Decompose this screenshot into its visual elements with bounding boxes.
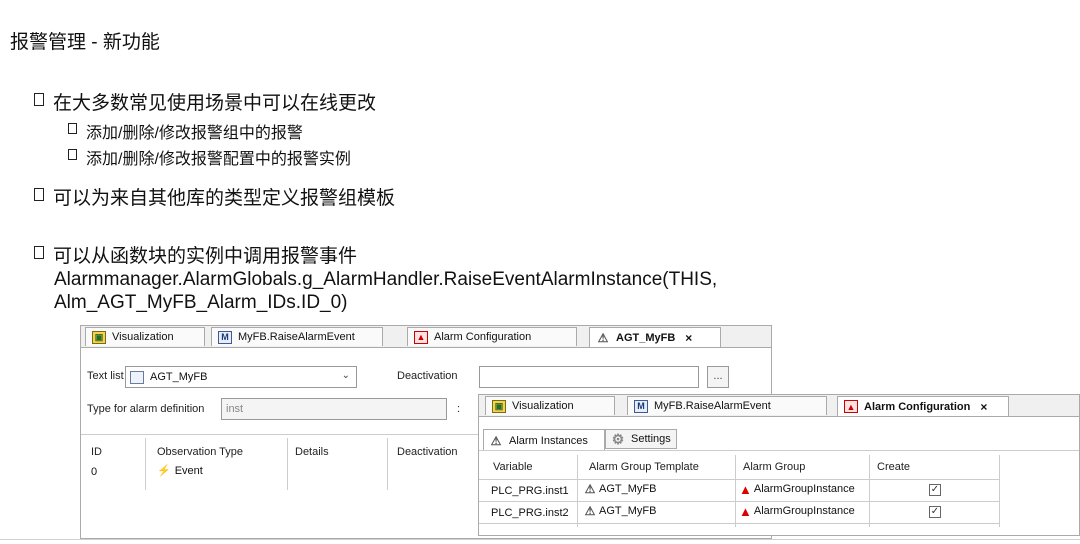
column-variable: Variable bbox=[493, 461, 533, 473]
alarm-group-icon: ▲ bbox=[739, 481, 752, 497]
column-divider bbox=[735, 455, 736, 527]
row-observation-type[interactable]: ⚡ Event bbox=[157, 464, 203, 478]
editor-tab-bar: ▣ Visualization M MyFB.RaiseAlarmEvent ▲… bbox=[81, 326, 771, 348]
event-icon: ⚡ bbox=[157, 465, 171, 477]
subtab-settings[interactable]: ⚙ Settings bbox=[605, 429, 677, 449]
column-create: Create bbox=[877, 461, 911, 473]
gear-icon: ⚙ bbox=[611, 430, 625, 447]
column-divider bbox=[869, 455, 870, 527]
close-tab-icon[interactable]: × bbox=[980, 400, 987, 414]
visualization-icon: ▣ bbox=[92, 330, 106, 344]
text-list-label: Text list bbox=[87, 370, 124, 382]
row-alarm-group[interactable]: ▲ AlarmGroupInstance bbox=[739, 503, 855, 519]
close-tab-icon[interactable]: × bbox=[685, 331, 692, 345]
row-alarm-group[interactable]: ▲ AlarmGroupInstance bbox=[739, 481, 855, 497]
page-title: 报警管理 - 新功能 bbox=[10, 32, 160, 53]
column-deactivation: Deactivation bbox=[397, 446, 458, 458]
column-alarm-group-template: Alarm Group Template bbox=[589, 461, 699, 473]
tab-agt-myfb[interactable]: ⚠ AGT_MyFB × bbox=[589, 327, 721, 347]
bullet-text: 添加/删除/修改报警配置中的报警实例 bbox=[86, 151, 351, 168]
header-border bbox=[479, 479, 999, 480]
alarm-instances-icon: ⚠ bbox=[490, 433, 502, 448]
visualization-icon: ▣ bbox=[492, 399, 506, 413]
tab-visualization[interactable]: ▣ Visualization bbox=[485, 396, 615, 415]
text-list-dropdown[interactable]: AGT_MyFB ⌄ bbox=[125, 366, 357, 388]
bullet-template: 可以为来自其他库的类型定义报警组模板 bbox=[34, 183, 395, 210]
row-template[interactable]: ⚠ AGT_MyFB bbox=[583, 503, 657, 519]
sub-bullet-alarm-group: 添加/删除/修改报警组中的报警 bbox=[68, 119, 303, 143]
bullet-text: 可以为来自其他库的类型定义报警组模板 bbox=[53, 188, 396, 209]
chevron-down-icon: ⌄ bbox=[341, 370, 350, 381]
tab-alarm-configuration[interactable]: ▲ Alarm Configuration × bbox=[837, 396, 1009, 416]
row-border bbox=[479, 501, 999, 502]
function-block-icon: M bbox=[218, 330, 232, 344]
tab-raise-alarm-event[interactable]: M MyFB.RaiseAlarmEvent bbox=[211, 327, 383, 346]
column-observation-type: Observation Type bbox=[157, 446, 244, 458]
sub-bullet-alarm-config: 添加/删除/修改报警配置中的报警实例 bbox=[68, 145, 351, 169]
type-colon: : bbox=[457, 403, 461, 415]
text-list-icon bbox=[130, 370, 144, 384]
row-variable[interactable]: PLC_PRG.inst1 bbox=[491, 483, 569, 499]
bullet-text: 添加/删除/修改报警组中的报警 bbox=[86, 125, 303, 142]
column-divider bbox=[387, 438, 388, 490]
column-id: ID bbox=[91, 446, 102, 458]
alarm-group-template-icon: ⚠ bbox=[584, 482, 596, 496]
deactivation-input[interactable] bbox=[479, 366, 699, 388]
bullet-text: 在大多数常见使用场景中可以在线更改 bbox=[53, 93, 377, 114]
bullet-box-icon bbox=[34, 246, 44, 259]
deactivation-label: Deactivation bbox=[397, 370, 458, 382]
alarm-config-icon: ▲ bbox=[414, 330, 428, 344]
alarm-group-icon: ▲ bbox=[739, 503, 752, 519]
row-border bbox=[479, 523, 999, 524]
column-divider bbox=[145, 438, 146, 490]
function-block-icon: M bbox=[634, 399, 648, 413]
alarm-group-icon: ⚠ bbox=[597, 330, 609, 345]
code-line-1: Alarmmanager.AlarmGlobals.g_AlarmHandler… bbox=[54, 269, 718, 290]
bullet-box-icon bbox=[68, 123, 77, 134]
alarm-config-icon: ▲ bbox=[844, 400, 858, 413]
type-input[interactable]: inst bbox=[221, 398, 447, 420]
bullet-box-icon bbox=[34, 93, 44, 106]
column-divider bbox=[999, 455, 1000, 527]
subtab-border bbox=[479, 450, 1079, 451]
bullet-text: 可以从函数块的实例中调用报警事件 bbox=[53, 246, 358, 267]
subtab-alarm-instances[interactable]: ⚠ Alarm Instances bbox=[483, 429, 605, 451]
bullet-raise-event: 可以从函数块的实例中调用报警事件 bbox=[34, 241, 357, 268]
editor-tab-bar: ▣ Visualization M MyFB.RaiseAlarmEvent ▲… bbox=[479, 395, 1079, 417]
tab-alarm-configuration[interactable]: ▲ Alarm Configuration bbox=[407, 327, 577, 346]
tab-visualization[interactable]: ▣ Visualization bbox=[85, 327, 205, 346]
row-template[interactable]: ⚠ AGT_MyFB bbox=[583, 481, 657, 497]
bullet-box-icon bbox=[68, 149, 77, 160]
row-variable[interactable]: PLC_PRG.inst2 bbox=[491, 505, 569, 521]
column-details: Details bbox=[295, 446, 329, 458]
browse-button[interactable]: ... bbox=[707, 366, 729, 388]
alarm-group-template-icon: ⚠ bbox=[584, 504, 596, 518]
column-alarm-group: Alarm Group bbox=[743, 461, 806, 473]
row-id: 0 bbox=[91, 466, 98, 478]
tab-raise-alarm-event[interactable]: M MyFB.RaiseAlarmEvent bbox=[627, 396, 827, 415]
bullet-online-change: 在大多数常见使用场景中可以在线更改 bbox=[34, 88, 376, 115]
alarm-configuration-editor: ▣ Visualization M MyFB.RaiseAlarmEvent ▲… bbox=[478, 394, 1080, 536]
bullet-box-icon bbox=[34, 188, 44, 201]
type-label: Type for alarm definition bbox=[87, 403, 205, 415]
column-divider bbox=[577, 455, 578, 527]
create-checkbox[interactable]: ✓ bbox=[929, 484, 941, 496]
create-checkbox[interactable]: ✓ bbox=[929, 506, 941, 518]
slide-bottom-border bbox=[0, 539, 1080, 540]
column-divider bbox=[287, 438, 288, 490]
code-line-2: Alm_AGT_MyFB_Alarm_IDs.ID_0) bbox=[54, 292, 348, 313]
